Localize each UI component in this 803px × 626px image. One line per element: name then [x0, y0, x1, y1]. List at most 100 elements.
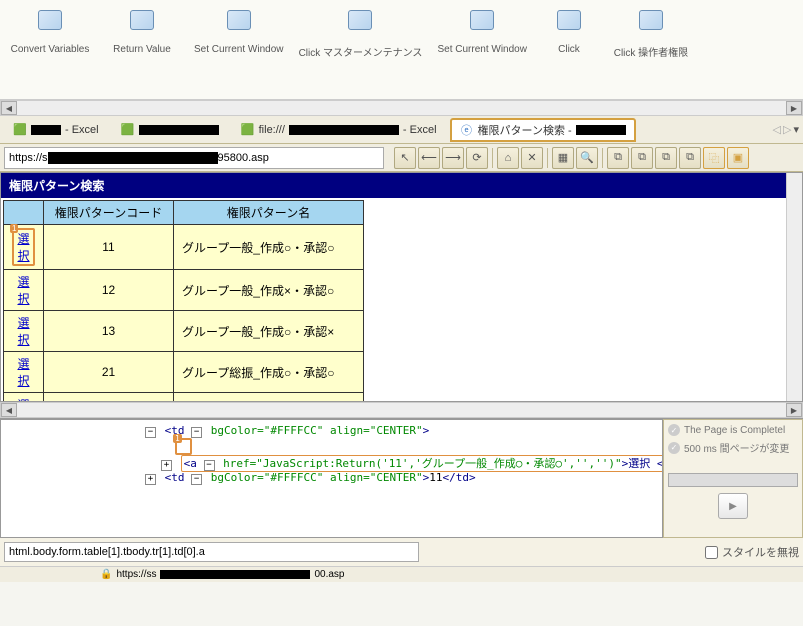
code-cell: 13 [44, 311, 174, 352]
status-text: 500 ms 間ページが変更 [684, 440, 789, 455]
select-link[interactable]: 選択 [17, 275, 29, 306]
tab-excel-1[interactable]: 🟩 - Excel [4, 120, 108, 140]
tree-collapse-icon[interactable]: − [145, 427, 156, 438]
side-status-panel: ✓ The Page is Completel ✓ 500 ms 間ページが変更… [663, 419, 803, 538]
tree-collapse-icon[interactable]: − [204, 460, 215, 471]
table-row: 選択 13 グループ一般_作成○・承認× [4, 311, 364, 352]
workflow-node-icon [639, 10, 663, 30]
name-cell: グループ一般_作成○・承認○ [174, 225, 364, 270]
code-cell: 11 [44, 225, 174, 270]
tab-excel-2[interactable]: 🟩 [112, 120, 228, 140]
tab-label: 権限パターン検索 - [478, 122, 572, 138]
code-cell: 22 [44, 393, 174, 402]
tab-next-button[interactable]: ▷ [783, 123, 791, 136]
stop-button[interactable]: ✕ [521, 147, 543, 169]
dom-tree[interactable]: − <td − bgColor="#FFFFCC" align="CENTER"… [0, 419, 663, 538]
workflow-node-label: Click 操作者権限 [614, 44, 688, 59]
tab-label: file:/// [259, 124, 285, 136]
tree-expand-icon[interactable]: + [161, 460, 172, 471]
workflow-strip: Convert Variables Return Value Set Curre… [0, 0, 803, 100]
dom-path-input[interactable] [4, 542, 419, 562]
select-link[interactable]: 選択 [17, 232, 29, 263]
dom-attrs: href="JavaScript:Return('11','グループ一般_作成○… [223, 457, 622, 470]
dom-attrs: bgColor="#FFFFCC" align="CENTER" [211, 424, 423, 437]
tab-menu-button[interactable]: ▾ [793, 123, 799, 136]
workflow-node[interactable]: Click 操作者権限 [611, 10, 691, 59]
workflow-node[interactable]: Set Current Window [437, 10, 526, 59]
tab-bar: 🟩 - Excel 🟩 🟩 file:/// - Excel ⓔ 権限パターン検… [0, 116, 803, 144]
select-link[interactable]: 選択 [17, 357, 29, 388]
workflow-node-label: Set Current Window [437, 44, 526, 55]
code-cell: 21 [44, 352, 174, 393]
tree-expand-icon[interactable]: + [145, 474, 156, 485]
url-prefix: https://s [9, 152, 48, 164]
status-url-suffix: 00.asp [314, 569, 344, 580]
ignore-style-checkbox[interactable] [705, 546, 718, 559]
nav-back-button[interactable]: ↖ [394, 147, 416, 169]
check-icon: ✓ [668, 424, 680, 436]
highlighted-dom-node[interactable]: <a − href="JavaScript:Return('11','グループ一… [181, 455, 663, 472]
workflow-node-label: Click [558, 44, 580, 55]
play-button[interactable]: ▶ [718, 493, 748, 519]
excel-icon: 🟩 [121, 123, 135, 137]
nav-forward-arrow-button[interactable]: ⟶ [442, 147, 464, 169]
tree-collapse-icon[interactable]: − [191, 427, 202, 438]
page-title: 権限パターン検索 [1, 173, 786, 198]
workflow-node[interactable]: Set Current Window [194, 10, 283, 59]
status-item: ✓ 500 ms 間ページが変更 [668, 440, 798, 455]
scroll-left-icon[interactable]: ◀ [1, 403, 17, 417]
refresh-button[interactable]: ⟳ [466, 147, 488, 169]
tab-prev-button[interactable]: ◁ [773, 123, 781, 136]
side-scrollbar[interactable] [668, 473, 798, 487]
workflow-node[interactable]: Click マスターメンテナンス [295, 10, 425, 59]
workflow-node-label: Click マスターメンテナンス [299, 44, 423, 59]
workflow-node-icon [130, 10, 154, 30]
home-button[interactable]: ⌂ [497, 147, 519, 169]
view-button[interactable]: ▦ [552, 147, 574, 169]
window-button-2[interactable]: ⧉ [631, 147, 653, 169]
tree-collapse-icon[interactable]: − [191, 474, 202, 485]
copy-button[interactable]: ⿻ [703, 147, 725, 169]
nav-back-arrow-button[interactable]: ⟵ [418, 147, 440, 169]
browser-hscrollbar[interactable]: ◀ ▶ [0, 402, 803, 418]
scroll-left-icon[interactable]: ◀ [1, 101, 17, 115]
redacted-text [160, 570, 310, 579]
name-cell: グループ総振_作成○・承認○ [174, 352, 364, 393]
name-cell: グループ一般_作成×・承認○ [174, 270, 364, 311]
browser-vscrollbar[interactable] [786, 173, 802, 401]
name-cell: グループ一般_作成○・承認× [174, 311, 364, 352]
workflow-node-icon [227, 10, 251, 30]
scroll-right-icon[interactable]: ▶ [786, 403, 802, 417]
tab-nav-controls: ◁ ▷ ▾ [773, 123, 799, 136]
window-button-4[interactable]: ⧉ [679, 147, 701, 169]
tab-file[interactable]: 🟩 file:/// - Excel [232, 120, 446, 140]
table-row: 1選択 11 グループ一般_作成○・承認○ [4, 225, 364, 270]
status-bar: 🔒 https://ss 00.asp [0, 566, 803, 582]
path-bar: スタイルを無視 [0, 538, 803, 566]
scroll-right-icon[interactable]: ▶ [786, 101, 802, 115]
workflow-node[interactable]: Return Value [102, 10, 182, 59]
select-link[interactable]: 選択 [17, 316, 29, 347]
select-link[interactable]: 選択 [17, 398, 29, 401]
workflow-node-icon [38, 10, 62, 30]
table-header-name: 権限パターン名 [174, 201, 364, 225]
checkbox-label: スタイルを無視 [722, 544, 799, 560]
tab-permission-search[interactable]: ⓔ 権限パターン検索 - [450, 118, 636, 142]
selection-button[interactable]: ▣ [727, 147, 749, 169]
workflow-node[interactable]: Convert Variables [10, 10, 90, 59]
status-item: ✓ The Page is Completel [668, 424, 798, 436]
search-button[interactable]: 🔍 [576, 147, 598, 169]
table-row: 選択 21 グループ総振_作成○・承認○ [4, 352, 364, 393]
tab-label-suffix: - Excel [403, 124, 437, 136]
url-input[interactable]: https://s 95800.asp [4, 147, 384, 169]
window-button-3[interactable]: ⧉ [655, 147, 677, 169]
window-button-1[interactable]: ⧉ [607, 147, 629, 169]
workflow-node-label: Convert Variables [11, 44, 90, 55]
redacted-text [48, 152, 218, 164]
workflow-node[interactable]: Click [539, 10, 599, 59]
workflow-scrollbar[interactable]: ◀ ▶ [0, 100, 803, 116]
workflow-node-icon [348, 10, 372, 30]
badge-icon: 1 [173, 434, 182, 443]
redacted-text [139, 125, 219, 135]
table-row: 選択 12 グループ一般_作成×・承認○ [4, 270, 364, 311]
